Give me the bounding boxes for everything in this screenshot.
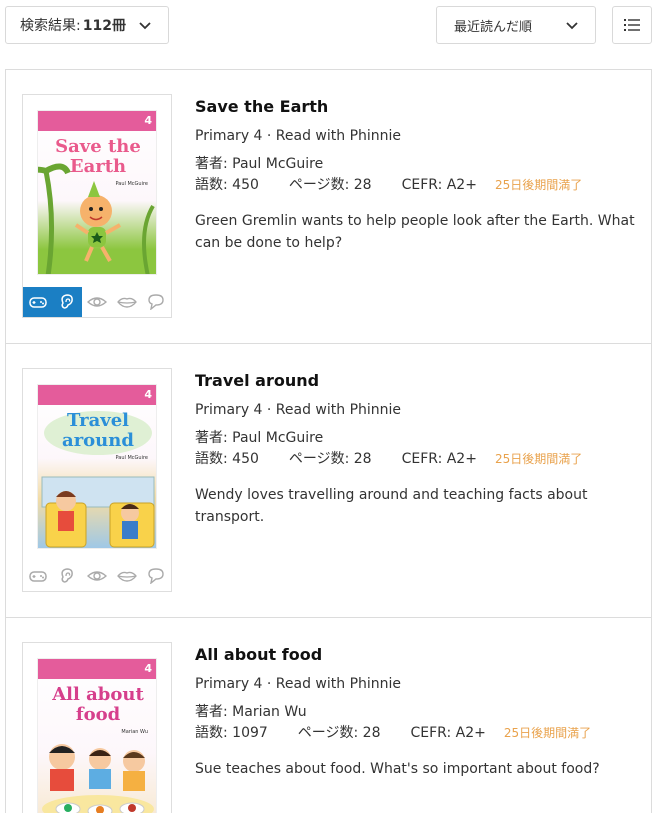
sort-dropdown[interactable]: 最近読んだ順 — [436, 6, 596, 44]
sort-label: 最近読んだ順 — [454, 19, 533, 35]
book-cover-frame: 4 Save the Earth Paul McGuire — [22, 94, 172, 318]
speech-bubble-icon — [148, 294, 164, 310]
book-page-count: ページ数: 28 — [288, 177, 372, 193]
ear-icon — [61, 294, 74, 309]
eye-icon — [86, 297, 107, 307]
book-description: Wendy loves travelling around and teachi… — [195, 487, 588, 525]
book-page-count: ページ数: 28 — [288, 451, 372, 467]
book-info: Travel around Primary 4 · Read with Phin… — [195, 370, 640, 528]
book-card[interactable]: 4 Save the Earth Paul McGuire Save the E… — [5, 69, 652, 343]
skill-game[interactable] — [23, 287, 53, 317]
toolbar: 検索結果: 112冊 最近読んだ順 — [0, 0, 668, 56]
book-cefr: CEFR: A2+ — [410, 725, 486, 741]
book-cover[interactable]: 4 All about food Marian Wu — [37, 658, 157, 813]
book-card[interactable]: 4 Travel around Paul McGuire Travel arou… — [5, 343, 652, 617]
book-description: Green Gremlin wants to help people look … — [195, 213, 635, 251]
skill-listening[interactable] — [53, 561, 83, 591]
book-cover[interactable]: 4 Travel around Paul McGuire — [37, 384, 157, 549]
gamepad-icon — [29, 297, 47, 308]
book-page-count: ページ数: 28 — [297, 725, 381, 741]
skill-speaking[interactable] — [112, 287, 142, 317]
book-info: Save the Earth Primary 4 · Read with Phi… — [195, 96, 640, 254]
book-cefr: CEFR: A2+ — [401, 451, 477, 467]
book-card[interactable]: 4 All about food Marian Wu All about foo… — [5, 617, 652, 813]
expiry-badge: 25日後期間満了 — [503, 726, 592, 740]
skill-conversation[interactable] — [141, 561, 171, 591]
book-series: Primary 4 · Read with Phinnie — [195, 128, 402, 144]
skill-reading[interactable] — [82, 287, 112, 317]
book-cover-frame: 4 Travel around Paul McGuire — [22, 368, 172, 592]
list-icon — [624, 19, 640, 31]
expiry-badge: 25日後期間満了 — [494, 178, 583, 192]
skill-listening[interactable] — [52, 287, 83, 317]
result-count-dropdown[interactable]: 検索結果: 112冊 — [5, 6, 169, 44]
book-author: 著者: Paul McGuire — [195, 430, 324, 446]
book-cover[interactable]: 4 Save the Earth Paul McGuire — [37, 110, 157, 275]
book-series: Primary 4 · Read with Phinnie — [195, 402, 402, 418]
gremlin-illustration — [38, 163, 155, 274]
book-meta: 語数: 450 ページ数: 28 CEFR: A2+ 25日後期間満了 — [195, 174, 640, 196]
skill-conversation[interactable] — [141, 287, 171, 317]
speech-bubble-icon — [148, 568, 164, 584]
lips-icon — [116, 571, 137, 582]
book-description: Sue teaches about food. What's so import… — [195, 761, 600, 777]
expiry-badge: 25日後期間満了 — [494, 452, 583, 466]
bus-seats-illustration — [41, 476, 155, 548]
book-word-count: 語数: 450 — [195, 451, 259, 467]
book-meta: 語数: 1097 ページ数: 28 CEFR: A2+ 25日後期間満了 — [195, 722, 640, 744]
book-cover-frame: 4 All about food Marian Wu — [22, 642, 172, 813]
skill-speaking[interactable] — [112, 561, 142, 591]
book-cefr: CEFR: A2+ — [401, 177, 477, 193]
skill-game[interactable] — [23, 561, 53, 591]
skill-icons — [23, 561, 171, 591]
eye-icon — [86, 571, 107, 581]
gamepad-icon — [29, 571, 47, 582]
book-title[interactable]: Travel around — [195, 370, 640, 392]
skill-icons — [23, 287, 171, 317]
book-meta: 語数: 450 ページ数: 28 CEFR: A2+ 25日後期間満了 — [195, 448, 640, 470]
chevron-down-icon — [139, 22, 151, 30]
book-info: All about food Primary 4 · Read with Phi… — [195, 644, 640, 780]
book-word-count: 語数: 1097 — [195, 725, 268, 741]
list-view-button[interactable] — [612, 6, 652, 44]
book-list: 4 Save the Earth Paul McGuire Save the E… — [5, 69, 652, 813]
book-author: 著者: Marian Wu — [195, 704, 307, 720]
ear-icon — [61, 568, 74, 583]
book-title[interactable]: Save the Earth — [195, 96, 640, 118]
book-title[interactable]: All about food — [195, 644, 640, 666]
skill-reading[interactable] — [82, 561, 112, 591]
book-author: 著者: Paul McGuire — [195, 156, 324, 172]
book-word-count: 語数: 450 — [195, 177, 259, 193]
result-count: 112冊 — [82, 18, 126, 34]
book-series: Primary 4 · Read with Phinnie — [195, 676, 402, 692]
chevron-down-icon — [566, 22, 578, 30]
kids-food-illustration — [42, 744, 154, 813]
lips-icon — [116, 297, 137, 308]
result-label: 検索結果: — [20, 18, 81, 34]
